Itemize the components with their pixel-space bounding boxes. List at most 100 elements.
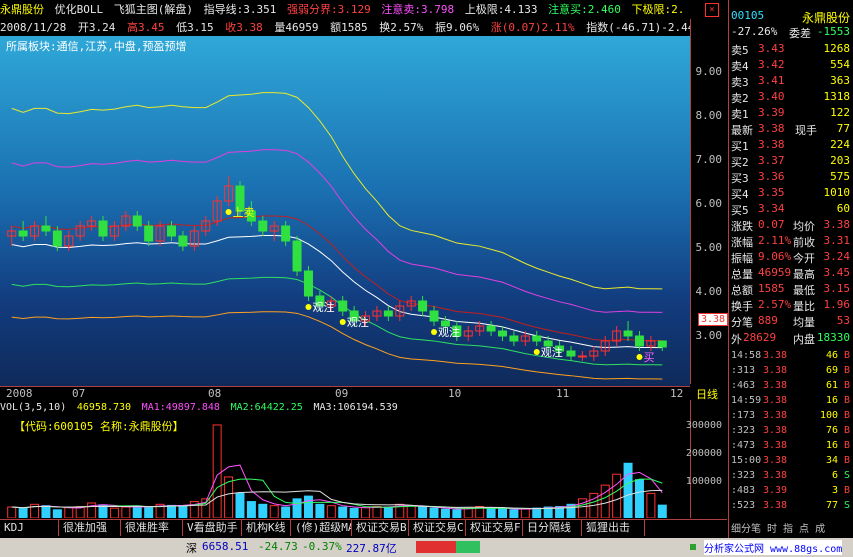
stat-value: 9.06% bbox=[758, 250, 792, 263]
candle-body bbox=[634, 335, 644, 347]
x-tick: 08 bbox=[208, 387, 222, 400]
volume-bar bbox=[498, 508, 507, 518]
candle-body bbox=[292, 240, 302, 272]
bid-row[interactable]: 买3 3.36 575 bbox=[731, 170, 852, 186]
candle-body bbox=[566, 350, 576, 357]
ask-row[interactable]: 卖5 3.43 1268 bbox=[731, 42, 852, 58]
index-name: 深 bbox=[186, 542, 197, 555]
candle-body bbox=[132, 215, 142, 227]
lower-limit-line bbox=[11, 311, 663, 380]
tab-day-separator[interactable]: 日分隔线 bbox=[523, 520, 582, 536]
stat-label: 振幅 bbox=[731, 252, 753, 265]
volume-bar bbox=[121, 506, 131, 518]
tab-win-rate[interactable]: 很准胜率 bbox=[121, 520, 183, 536]
ask-row[interactable]: 卖3 3.41 363 bbox=[731, 74, 852, 90]
tab-fox-attack[interactable]: 狐狸出击 bbox=[582, 520, 645, 536]
watch-buy-line bbox=[11, 276, 663, 366]
tick-row: :523 3.38 77 S bbox=[731, 500, 852, 516]
inner-value: 18330 bbox=[816, 331, 850, 344]
ask-volume: 1318 bbox=[823, 90, 851, 103]
stat-value: 0.07 bbox=[758, 218, 785, 231]
y-tick: 8.00 bbox=[695, 109, 723, 122]
price-chart[interactable]: 所属板块:通信,江苏,中盘,预盈预增 上卖 观注 观注 观注 观注买 bbox=[0, 36, 690, 386]
ask-label: 卖5 bbox=[731, 44, 749, 57]
close-icon[interactable]: × bbox=[705, 3, 719, 17]
bid-row[interactable]: 买5 3.34 60 bbox=[731, 202, 852, 218]
volume-bar bbox=[281, 506, 291, 518]
volume-bar bbox=[361, 507, 371, 518]
bid-row[interactable]: 买2 3.37 203 bbox=[731, 154, 852, 170]
tab-warrant-c[interactable]: 权证交易C bbox=[409, 520, 466, 536]
tab-strong-boost[interactable]: 很准加强 bbox=[59, 520, 121, 536]
volume-bar bbox=[132, 505, 142, 518]
tick-price: 3.38 bbox=[763, 425, 788, 436]
ask-row[interactable]: 卖2 3.40 1318 bbox=[731, 90, 852, 106]
quote-low: 低3.15 bbox=[176, 21, 214, 34]
candle-body bbox=[623, 330, 633, 337]
vol-title: VOL(3,5,10) bbox=[0, 402, 67, 413]
panel-code: 00105 bbox=[731, 9, 765, 22]
window-title: 飞狐主图(解盘) bbox=[113, 3, 193, 16]
bid-price: 3.34 bbox=[758, 202, 785, 215]
stat-row: 总额 1585 最低 3.15 bbox=[731, 282, 852, 298]
tab-super-macd[interactable]: (修)超级MACD bbox=[291, 520, 352, 536]
stat-row: 振幅 9.06% 今开 3.24 bbox=[731, 250, 852, 266]
index-change: -24.73 bbox=[258, 540, 298, 553]
tick-row: 15:00 3.38 34 B bbox=[731, 455, 852, 471]
x-tick: 11 bbox=[556, 387, 570, 400]
ask-row[interactable]: 卖4 3.42 554 bbox=[731, 58, 852, 74]
strong-weak-value: 强弱分界:3.129 bbox=[287, 3, 371, 16]
signal-label: 观注 bbox=[312, 300, 334, 314]
volume-header: VOL(3,5,10) 46958.730 MA1:49897.848 MA2:… bbox=[0, 400, 690, 414]
stat-label: 量比 bbox=[793, 300, 815, 313]
vol-ma1: MA1:49897.848 bbox=[141, 402, 220, 413]
bid-label: 买3 bbox=[731, 172, 749, 185]
ask-volume: 122 bbox=[830, 106, 850, 119]
tab-kdj[interactable]: KDJ bbox=[0, 520, 59, 536]
stat-label: 均价 bbox=[793, 220, 815, 233]
breadth-up bbox=[416, 541, 456, 553]
candle-body bbox=[418, 300, 428, 312]
tick-side: B bbox=[843, 410, 850, 421]
volume-bar bbox=[315, 503, 325, 518]
volume-bar bbox=[178, 506, 188, 518]
candle-body bbox=[338, 300, 348, 312]
lower-limit-value: 下极限:2. bbox=[631, 3, 685, 16]
tab-warrant-f[interactable]: 权证交易F bbox=[466, 520, 523, 536]
candle-body bbox=[52, 230, 62, 247]
stat-label: 涨幅 bbox=[731, 236, 753, 249]
outer-value: 28629 bbox=[743, 331, 777, 344]
ask-label: 卖3 bbox=[731, 76, 749, 89]
ask-row[interactable]: 卖1 3.39 122 bbox=[731, 106, 852, 122]
order-diff-label: 委差 bbox=[789, 27, 811, 40]
volume-bar bbox=[338, 506, 348, 518]
tick-side: B bbox=[843, 485, 850, 496]
volume-bar bbox=[109, 507, 119, 518]
ask-price: 3.42 bbox=[758, 58, 785, 71]
stat-label: 总额 bbox=[731, 284, 753, 297]
bid-row[interactable]: 买1 3.38 224 bbox=[731, 138, 852, 154]
volume-bar bbox=[292, 498, 302, 518]
volume-bar bbox=[7, 506, 17, 518]
volume-chart[interactable]: 【代码:600105 名称:永鼎股份】 bbox=[0, 414, 690, 518]
volume-bar bbox=[406, 505, 416, 518]
tick-side: B bbox=[843, 350, 850, 361]
bid-label: 买1 bbox=[731, 140, 749, 153]
tab-institution-kline[interactable]: 机构K线 bbox=[242, 520, 291, 536]
bid-volume: 1010 bbox=[823, 186, 851, 199]
bid-label: 买5 bbox=[731, 204, 749, 217]
volume-bar bbox=[509, 509, 519, 518]
tab-warrant-b[interactable]: 权证交易B bbox=[352, 520, 409, 536]
signal-dot bbox=[305, 304, 312, 310]
candle-body bbox=[281, 225, 291, 242]
bid-row[interactable]: 买4 3.35 1010 bbox=[731, 186, 852, 202]
index-value: 6658.51 bbox=[202, 540, 249, 553]
tick-row: :313 3.38 69 B bbox=[731, 365, 852, 381]
stat-label: 均量 bbox=[793, 316, 815, 329]
panel-footer-tabs[interactable]: 细分笔 时 指 点 成 bbox=[731, 520, 852, 536]
volume-bar bbox=[18, 507, 28, 518]
volume-bar bbox=[623, 462, 633, 518]
tab-board-helper[interactable]: V看盘助手 bbox=[183, 520, 242, 536]
indicator-set[interactable]: 优化BOLL bbox=[55, 3, 104, 16]
stat-row: 换手 2.57% 量比 1.96 bbox=[731, 298, 852, 314]
